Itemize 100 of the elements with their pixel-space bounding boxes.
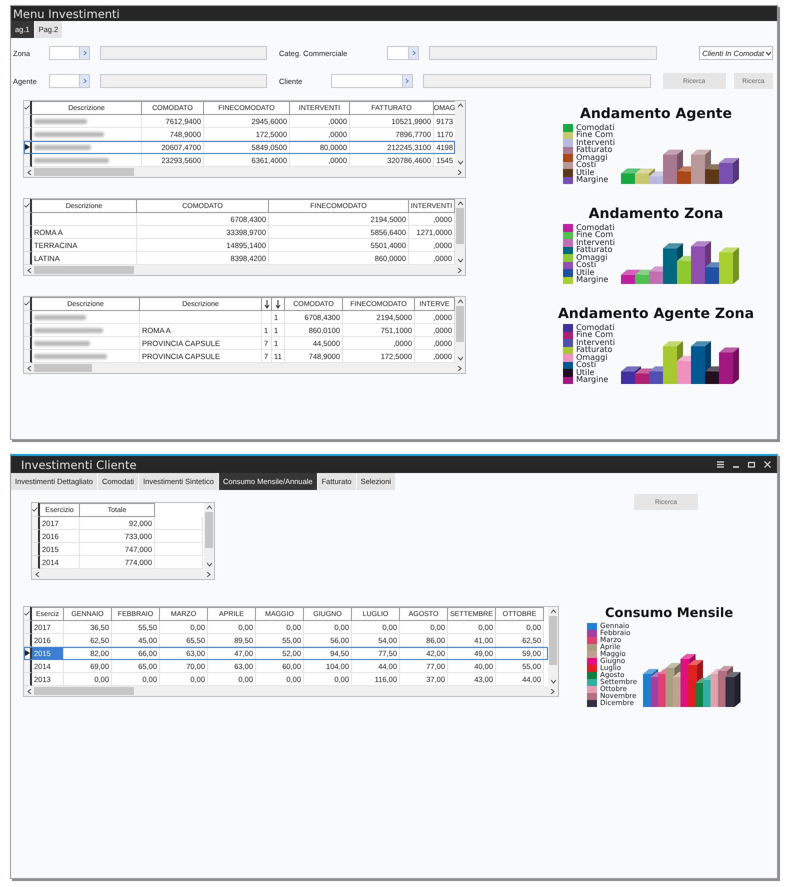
row-header[interactable] bbox=[24, 337, 32, 350]
row-header[interactable] bbox=[24, 239, 32, 252]
legend-label: Margine bbox=[576, 176, 608, 184]
legend-label: Omaggi bbox=[576, 154, 608, 162]
check-icon bbox=[24, 105, 30, 110]
legend-label: Margine bbox=[576, 276, 608, 284]
scroll-left-icon bbox=[35, 572, 40, 576]
code-field[interactable] bbox=[49, 46, 80, 60]
row-header[interactable] bbox=[24, 252, 32, 265]
code-field[interactable] bbox=[387, 46, 409, 60]
legend-label: Comodati bbox=[576, 224, 615, 232]
chevron-right-icon bbox=[82, 79, 86, 83]
legend-label: Margine bbox=[576, 376, 608, 384]
legend-label: Omaggi bbox=[576, 354, 608, 362]
legend-label: Fine Com bbox=[576, 331, 614, 340]
vertical-scrollbar[interactable] bbox=[548, 607, 558, 686]
scroll-right-icon bbox=[457, 366, 462, 370]
legend-label: Fine Com bbox=[576, 131, 614, 140]
code-field[interactable] bbox=[49, 74, 80, 88]
vertical-scrollbar[interactable] bbox=[455, 199, 465, 265]
horizontal-scrollbar[interactable] bbox=[32, 569, 214, 579]
window-title: Investimenti Cliente bbox=[21, 458, 137, 472]
legend-label: Comodati bbox=[576, 124, 615, 132]
horizontal-scrollbar[interactable] bbox=[24, 363, 465, 373]
check-icon bbox=[24, 203, 30, 208]
legend-label: Omaggi bbox=[576, 254, 608, 262]
row-pointer-icon bbox=[24, 650, 30, 656]
legend-label: Fatturato bbox=[576, 146, 612, 154]
row-header[interactable] bbox=[24, 154, 32, 167]
legend-label: Costi bbox=[576, 161, 596, 170]
legend-label: Fatturato bbox=[576, 246, 612, 254]
row-header[interactable] bbox=[24, 660, 32, 673]
vertical-scrollbar[interactable] bbox=[455, 101, 465, 167]
row-header[interactable] bbox=[32, 556, 40, 569]
scroll-down-icon bbox=[458, 160, 462, 165]
lookup-button[interactable] bbox=[409, 46, 419, 60]
scroll-right-icon bbox=[457, 170, 462, 174]
lookup-button[interactable] bbox=[80, 74, 90, 88]
horizontal-scrollbar[interactable] bbox=[24, 167, 465, 177]
legend-label: Utile bbox=[576, 168, 594, 177]
scroll-right-icon bbox=[457, 268, 462, 272]
chevron-right-icon bbox=[82, 51, 86, 55]
scroll-right-icon bbox=[206, 572, 211, 576]
row-header[interactable] bbox=[24, 621, 32, 634]
legend-label: Interventi bbox=[576, 338, 615, 347]
code-field[interactable] bbox=[330, 74, 403, 88]
row-header[interactable] bbox=[32, 543, 40, 556]
column-header[interactable] bbox=[272, 297, 285, 311]
vertical-scrollbar[interactable] bbox=[204, 503, 214, 569]
chart-title: Andamento Zona bbox=[588, 206, 724, 222]
row-header[interactable] bbox=[24, 226, 32, 239]
row-header[interactable] bbox=[32, 530, 40, 543]
row-header[interactable] bbox=[24, 673, 32, 686]
legend-label: Interventi bbox=[576, 138, 615, 147]
lookup-button[interactable] bbox=[80, 46, 90, 60]
legend-label: Costi bbox=[576, 261, 596, 270]
close-icon[interactable] bbox=[764, 461, 771, 468]
row-header[interactable] bbox=[24, 647, 32, 660]
scroll-up-icon bbox=[206, 505, 212, 510]
row-header[interactable] bbox=[32, 517, 40, 530]
description-field[interactable] bbox=[100, 46, 267, 60]
row-header[interactable] bbox=[24, 128, 32, 141]
scroll-left-icon bbox=[27, 268, 32, 272]
lookup-button[interactable] bbox=[402, 74, 413, 88]
check-icon bbox=[24, 301, 30, 306]
scroll-down-icon bbox=[206, 562, 212, 567]
menu-icon[interactable] bbox=[717, 461, 724, 468]
scroll-up-icon bbox=[550, 609, 556, 614]
scroll-down-icon bbox=[550, 679, 556, 684]
row-header[interactable] bbox=[24, 115, 32, 128]
scroll-down-icon bbox=[458, 356, 462, 361]
horizontal-scrollbar[interactable] bbox=[24, 265, 465, 275]
chevron-right-icon bbox=[405, 79, 410, 83]
legend-label: Comodati bbox=[576, 324, 615, 332]
legend-label: Fine Com bbox=[576, 231, 614, 240]
column-header[interactable] bbox=[262, 297, 272, 311]
row-header[interactable] bbox=[24, 634, 32, 647]
window-title: Menu Investimenti bbox=[13, 6, 120, 20]
description-field[interactable] bbox=[429, 46, 657, 60]
maximize-icon[interactable] bbox=[748, 461, 755, 468]
description-field[interactable] bbox=[422, 74, 651, 88]
row-header[interactable] bbox=[24, 141, 32, 154]
scroll-down-icon bbox=[458, 258, 462, 263]
check-icon bbox=[32, 507, 38, 512]
legend-label: Costi bbox=[576, 361, 596, 370]
row-header[interactable] bbox=[24, 324, 32, 337]
check-icon bbox=[24, 611, 30, 616]
description-field[interactable] bbox=[100, 74, 267, 88]
row-header[interactable] bbox=[24, 213, 32, 226]
scroll-left-icon bbox=[27, 170, 32, 174]
sort-icon bbox=[275, 300, 281, 308]
chevron-right-icon bbox=[412, 51, 416, 55]
row-header[interactable] bbox=[24, 311, 32, 324]
sort-icon bbox=[264, 300, 270, 308]
row-header[interactable] bbox=[24, 350, 32, 363]
scroll-right-icon bbox=[550, 688, 555, 694]
row-pointer-icon bbox=[24, 144, 30, 150]
vertical-scrollbar[interactable] bbox=[455, 297, 465, 363]
horizontal-scrollbar[interactable] bbox=[24, 686, 558, 696]
legend-label: Interventi bbox=[576, 238, 615, 247]
